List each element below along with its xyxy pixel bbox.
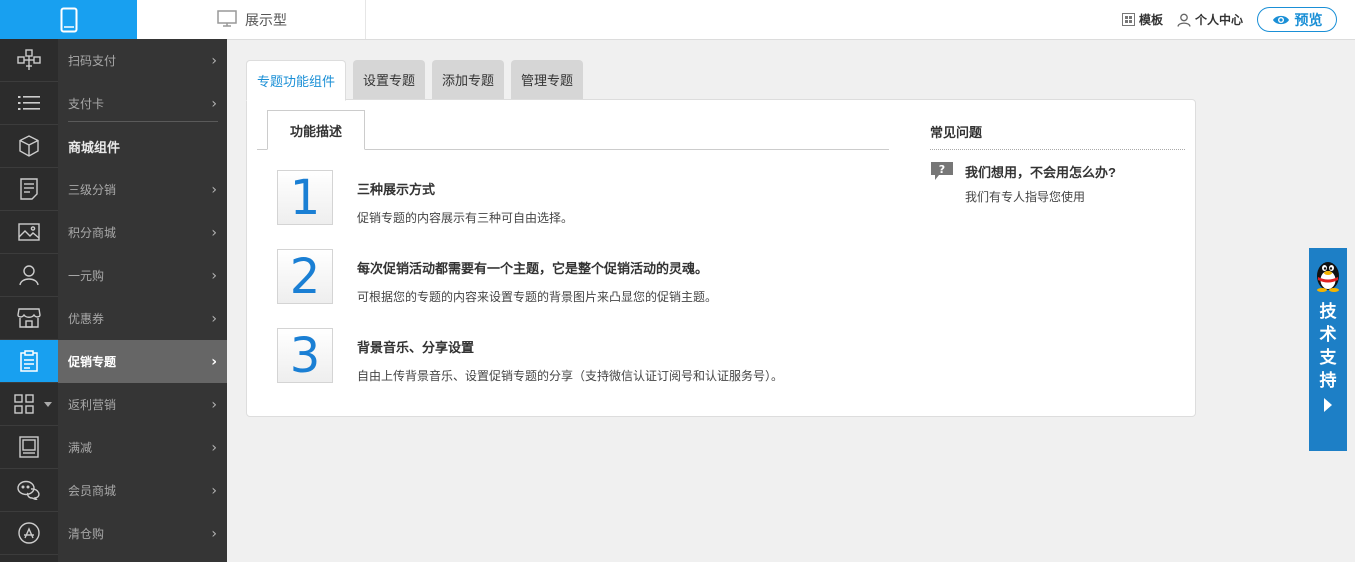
caret-down-icon <box>44 402 52 407</box>
feature-title: 每次促销活动都需要有一个主题，它是整个促销活动的灵魂。 <box>357 261 709 276</box>
tech-support-button[interactable]: 技术支持 <box>1309 248 1347 451</box>
menu-divider <box>68 121 218 122</box>
feature-item: 2 每次促销活动都需要有一个主题，它是整个促销活动的灵魂。 可根据您的专题的内容… <box>277 249 877 305</box>
faq-answer: 我们有专人指导您使用 <box>965 190 1086 204</box>
menu-item-label: 返利营销 <box>68 398 117 412</box>
feature-item: 1 三种展示方式 促销专题的内容展示有三种可自由选择。 <box>277 170 877 226</box>
arrow-right-icon <box>1324 398 1332 412</box>
menu-item-label: 满减 <box>68 441 93 455</box>
menu-item-label: 积分商城 <box>68 226 117 240</box>
qq-penguin-icon <box>1317 262 1339 292</box>
faq-divider <box>930 149 1185 150</box>
user-icon[interactable] <box>0 254 58 297</box>
chevron-right-icon: › <box>211 440 217 456</box>
feature-number: 2 <box>277 249 333 304</box>
feature-desc: 促销专题的内容展示有三种可自由选择。 <box>357 211 574 225</box>
menu-item-points-mall[interactable]: 积分商城 › <box>58 211 227 254</box>
template-label: 模板 <box>1138 13 1163 27</box>
tab-add-topic[interactable]: 添加专题 <box>432 60 505 99</box>
chevron-right-icon: › <box>211 397 217 413</box>
template-icon <box>1121 13 1135 26</box>
feature-title: 三种展示方式 <box>357 182 436 197</box>
menu-item-label: 扫码支付 <box>68 54 117 68</box>
menu-item-label: 支付卡 <box>68 97 105 111</box>
tab-manage-topic[interactable]: 管理专题 <box>511 60 584 99</box>
menu-item-full-reduction[interactable]: 满减 › <box>58 426 227 469</box>
user-icon <box>1177 13 1191 27</box>
feature-number: 1 <box>277 170 333 225</box>
menu-item-one-yuan[interactable]: 一元购 › <box>58 254 227 297</box>
qrcode-pay-icon[interactable] <box>0 39 58 82</box>
grid-icon[interactable] <box>0 383 58 426</box>
chevron-right-icon: › <box>211 311 217 327</box>
chevron-right-icon: › <box>211 225 217 241</box>
feature-desc: 可根据您的专题的内容来设置专题的背景图片来凸显您的促销主题。 <box>357 290 718 304</box>
scrollbar[interactable] <box>1349 40 1355 562</box>
menu-item-clearance[interactable]: 清仓购 › <box>58 512 227 555</box>
menu-item-promo-topic[interactable]: 促销专题 › <box>58 340 227 383</box>
display-type-tab[interactable]: 展示型 <box>137 0 366 39</box>
subtab-description[interactable]: 功能描述 <box>267 110 365 150</box>
menu-item-pay-card[interactable]: 支付卡 › <box>58 82 227 125</box>
menu-item-label: 三级分销 <box>68 183 117 197</box>
tab-topic-components[interactable]: 专题功能组件 <box>246 60 347 101</box>
menu-sidebar: 扫码支付 › 支付卡 › 商城组件 三级分销 › 积分商城 › 一元购 › 优惠券 › 促销… <box>58 39 227 562</box>
chevron-right-icon: › <box>211 53 217 69</box>
account-center-link[interactable]: 个人中心 <box>1177 11 1243 28</box>
template-link[interactable]: 模板 <box>1121 11 1163 28</box>
tech-support-label: 技术支持 <box>1319 302 1337 390</box>
svg-text:?: ? <box>939 163 945 176</box>
chevron-right-icon: › <box>211 268 217 284</box>
chat-icon[interactable] <box>0 469 58 512</box>
feature-number: 3 <box>277 328 333 383</box>
feature-item: 3 背景音乐、分享设置 自由上传背景音乐、设置促销专题的分享（支持微信认证订阅号… <box>277 328 877 384</box>
faq-question[interactable]: 我们想用，不会用怎么办? <box>965 162 1116 181</box>
topic-tabs: 专题功能组件 设置专题 添加专题 管理专题 <box>246 60 590 101</box>
image-icon[interactable] <box>0 211 58 254</box>
tab-settings[interactable]: 设置专题 <box>353 60 426 99</box>
list-icon[interactable] <box>0 82 58 125</box>
question-bubble-icon: ? <box>931 162 953 180</box>
eye-icon <box>1272 15 1289 24</box>
menu-item-member-mall[interactable]: 会员商城 › <box>58 469 227 512</box>
box-icon[interactable] <box>0 125 58 168</box>
chevron-right-icon: › <box>211 526 217 542</box>
menu-section-label: 商城组件 <box>68 140 121 155</box>
document-icon[interactable] <box>0 168 58 211</box>
menu-item-label: 一元购 <box>68 269 105 283</box>
preview-button[interactable]: 预览 <box>1257 7 1337 32</box>
chevron-right-icon: › <box>211 182 217 198</box>
monitor-icon <box>217 10 237 27</box>
content-panel: 功能描述 1 三种展示方式 促销专题的内容展示有三种可自由选择。 2 每次促销活… <box>246 99 1196 417</box>
menu-item-label: 促销专题 <box>68 355 117 369</box>
menu-item-coupon[interactable]: 优惠券 › <box>58 297 227 340</box>
menu-section-mall-components: 商城组件 <box>58 125 227 168</box>
top-bar: 展示型 模板 个人中心 预览 <box>0 0 1355 40</box>
mobile-view-button[interactable] <box>0 0 137 39</box>
icon-sidebar <box>0 39 58 562</box>
menu-item-label: 优惠券 <box>68 312 105 326</box>
clipboard-icon[interactable] <box>0 340 58 383</box>
account-center-label: 个人中心 <box>1194 13 1243 27</box>
chevron-right-icon: › <box>211 354 217 370</box>
menu-item-distribution[interactable]: 三级分销 › <box>58 168 227 211</box>
menu-item-label: 会员商城 <box>68 484 117 498</box>
preview-label: 预览 <box>1294 11 1323 28</box>
faq-title: 常见问题 <box>930 125 983 140</box>
phone-icon <box>60 7 77 32</box>
display-type-label: 展示型 <box>245 11 287 28</box>
feature-title: 背景音乐、分享设置 <box>357 340 475 355</box>
menu-item-rebate[interactable]: 返利营销 › <box>58 383 227 426</box>
frame-icon[interactable] <box>0 426 58 469</box>
chevron-right-icon: › <box>211 96 217 112</box>
store-icon[interactable] <box>0 297 58 340</box>
appstore-icon[interactable] <box>0 512 58 555</box>
chevron-right-icon: › <box>211 483 217 499</box>
menu-item-label: 清仓购 <box>68 527 105 541</box>
feature-desc: 自由上传背景音乐、设置促销专题的分享（支持微信认证订阅号和认证服务号）。 <box>357 369 784 383</box>
menu-item-scan-pay[interactable]: 扫码支付 › <box>58 39 227 82</box>
